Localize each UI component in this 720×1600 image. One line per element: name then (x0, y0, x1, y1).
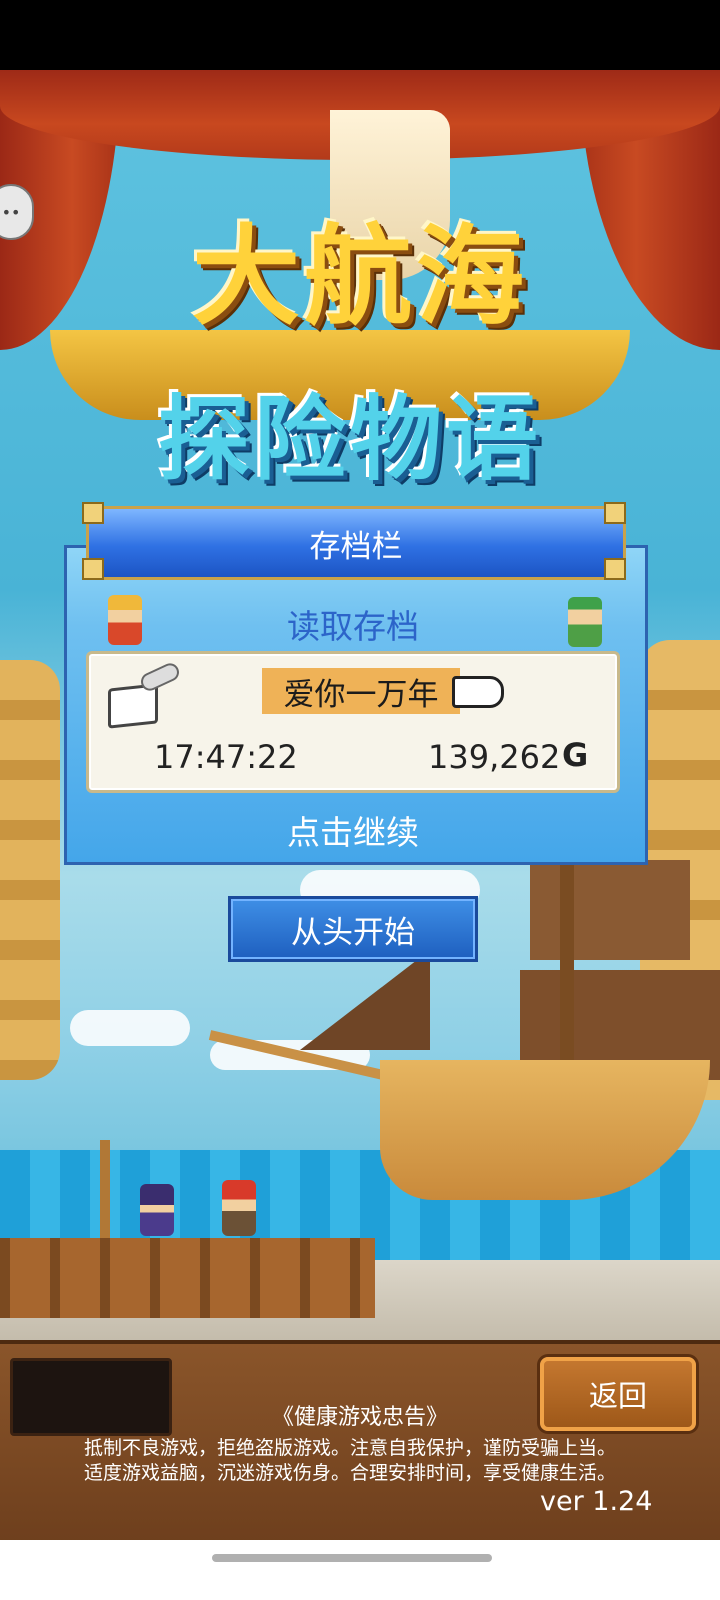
health-advisory-title: 《健康游戏忠告》 (271, 1405, 448, 1430)
health-advisory-line: 适度游戏益脑，沉迷游戏伤身。合理安排时间，享受健康生活。 (83, 1462, 616, 1484)
game-screen: 大航海 探险物语 •• 存档栏 读取存档 爱你一万年 17:47:22 139,… (0, 0, 720, 1600)
ship-jib-sail (300, 950, 430, 1050)
game-logo-title: 大航海 (191, 215, 528, 340)
dock-character (140, 1184, 174, 1236)
pointing-hand-icon (452, 676, 504, 708)
game-logo-subtitle: 探险物语 (157, 386, 542, 493)
dock-lamp-post (100, 1140, 110, 1240)
status-bar (0, 0, 720, 70)
panel-corner-ornament (604, 558, 626, 580)
health-advisory-line: 抵制不良游戏，拒绝盗版游戏。注意自我保护，谨防受骗上当。 (83, 1437, 616, 1459)
panel-corner-ornament (82, 502, 104, 524)
ship-mast (560, 860, 574, 1090)
left-cliff (0, 660, 60, 1080)
home-indicator[interactable] (212, 1554, 492, 1562)
save-slot-gold: 139,262 (428, 738, 561, 776)
save-slot-playtime: 17:47:22 (154, 738, 298, 776)
dock-character (222, 1180, 256, 1236)
save-panel-header: 存档栏 (86, 506, 626, 580)
system-nav-bar (0, 1540, 720, 1600)
new-game-button[interactable]: 从头开始 (228, 896, 478, 962)
version-label: ver 1.24 (540, 1486, 653, 1517)
panel-corner-ornament (604, 502, 626, 524)
load-save-title: 读取存档 (287, 607, 419, 646)
cloud (70, 1010, 190, 1046)
panel-corner-ornament (82, 558, 104, 580)
ship-sail (530, 860, 690, 960)
save-slot-name: 爱你一万年 (262, 668, 460, 714)
continue-button[interactable]: 点击继续 (64, 806, 642, 854)
gold-unit: G (562, 736, 589, 774)
wooden-dock (0, 1238, 375, 1318)
